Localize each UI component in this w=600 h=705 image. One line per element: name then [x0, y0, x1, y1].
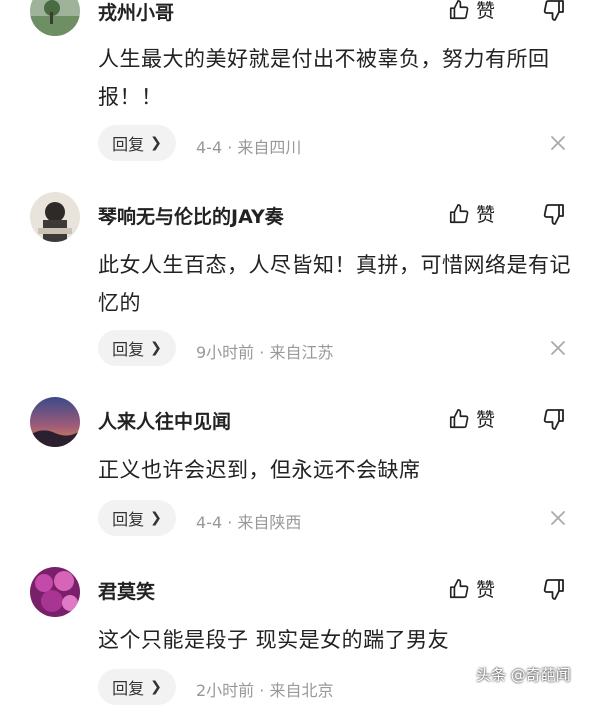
chevron-right-icon: ❯	[150, 679, 162, 695]
username[interactable]: 琴响无与伦比的JAY奏	[98, 202, 284, 229]
like-button[interactable]: 赞	[448, 575, 495, 602]
comment-time: 2小时前	[196, 681, 255, 700]
dislike-button[interactable]	[542, 202, 566, 230]
comment-meta: 4-4 · 来自陕西	[196, 509, 301, 533]
reply-button[interactable]: 回复 ❯	[98, 669, 176, 705]
meta-separator: ·	[227, 513, 233, 532]
close-icon	[551, 136, 565, 150]
thumbs-down-icon	[543, 0, 564, 21]
meta-separator: ·	[259, 343, 265, 362]
like-label: 赞	[476, 579, 496, 601]
comment-location: 来自四川	[237, 138, 302, 157]
reply-label: 回复	[112, 679, 145, 698]
like-button[interactable]: 赞	[448, 405, 495, 432]
thumbs-up-icon	[449, 578, 469, 598]
reply-button[interactable]: 回复 ❯	[98, 330, 176, 366]
username[interactable]: 君莫笑	[98, 577, 155, 604]
comment-text: 这个只能是段子 现实是女的踹了男友	[98, 628, 450, 652]
watermark: 头条 @奇葩闻	[476, 666, 571, 684]
thumbs-up-icon	[449, 0, 469, 19]
comment-meta: 4-4 · 来自四川	[196, 134, 301, 158]
comment-location: 来自陕西	[237, 513, 302, 532]
comment-text: 正义也许会迟到，但永远不会缺席	[98, 458, 421, 482]
close-icon	[551, 511, 565, 525]
dislike-button[interactable]	[542, 407, 566, 435]
close-button[interactable]	[548, 508, 568, 528]
thumbs-down-icon	[543, 579, 564, 600]
avatar[interactable]	[30, 397, 80, 447]
like-label: 赞	[476, 204, 496, 226]
comment-location: 来自江苏	[269, 343, 334, 362]
comment-time: 4-4	[196, 513, 223, 532]
close-button[interactable]	[548, 133, 568, 153]
chevron-right-icon: ❯	[150, 510, 162, 526]
thumbs-up-icon	[449, 408, 469, 428]
comment-text: 人生最大的美好就是付出不被辜负，努力有所回报！！	[98, 47, 550, 109]
like-label: 赞	[476, 0, 496, 22]
close-icon	[551, 341, 565, 355]
thumbs-down-icon	[543, 409, 564, 430]
thumbs-up-icon	[449, 203, 469, 223]
thumbs-down-icon	[543, 204, 564, 225]
meta-separator: ·	[259, 681, 265, 700]
close-button[interactable]	[548, 338, 568, 358]
comment-time: 9小时前	[196, 343, 255, 362]
comment-location: 来自北京	[269, 681, 334, 700]
username[interactable]: 戎州小哥	[98, 0, 174, 25]
comment-text: 此女人生百态，人尽皆知！真拼，可惜网络是有记忆的	[98, 253, 571, 315]
comment-time: 4-4	[196, 138, 223, 157]
like-button[interactable]: 赞	[448, 200, 495, 227]
reply-label: 回复	[112, 340, 145, 359]
dislike-button[interactable]	[542, 577, 566, 605]
like-button[interactable]: 赞	[448, 0, 495, 23]
reply-label: 回复	[112, 135, 145, 154]
chevron-right-icon: ❯	[150, 340, 162, 356]
reply-label: 回复	[112, 510, 145, 529]
comment-meta: 2小时前 · 来自北京	[196, 677, 333, 701]
avatar[interactable]	[30, 192, 80, 242]
reply-button[interactable]: 回复 ❯	[98, 125, 176, 161]
avatar[interactable]	[30, 567, 80, 617]
like-label: 赞	[476, 409, 496, 431]
avatar[interactable]	[30, 0, 80, 36]
chevron-right-icon: ❯	[150, 135, 162, 151]
comment-meta: 9小时前 · 来自江苏	[196, 339, 333, 363]
dislike-button[interactable]	[542, 0, 566, 26]
reply-button[interactable]: 回复 ❯	[98, 500, 176, 536]
meta-separator: ·	[227, 138, 233, 157]
username[interactable]: 人来人往中见闻	[98, 407, 231, 434]
